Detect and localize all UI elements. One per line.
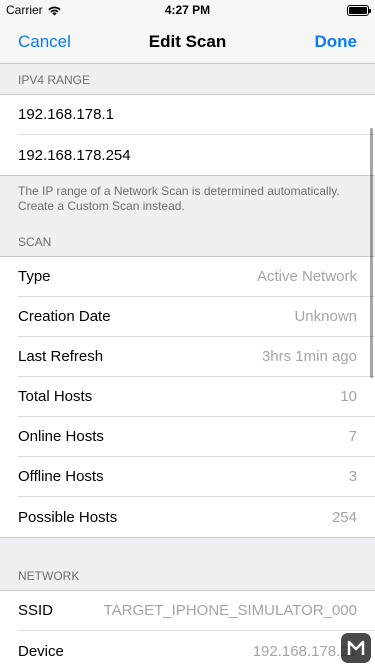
battery-fill <box>349 6 367 14</box>
done-button[interactable]: Done <box>315 32 358 52</box>
ipv4-section-header: IPv4 Range <box>18 73 91 87</box>
scan-row-total-hosts[interactable]: Total Hosts 10 <box>18 377 375 417</box>
scroll-indicator[interactable] <box>370 128 373 378</box>
network-row-device[interactable]: Device 192.168.178.21 <box>18 631 375 667</box>
row-label: SSID <box>18 602 54 619</box>
row-value: Active Network <box>256 268 357 285</box>
ipv4-range-group: 192.168.178.1 192.168.178.254 <box>0 94 375 176</box>
scan-row-type[interactable]: Type Active Network <box>18 257 375 297</box>
network-row-ssid[interactable]: SSID TARGET_IPHONE_SIMULATOR_000 <box>18 591 375 631</box>
row-label: Last Refresh <box>18 348 104 365</box>
start-ip-field[interactable]: 192.168.178.1 <box>18 95 375 135</box>
scan-group: Type Active Network Creation Date Unknow… <box>0 256 375 538</box>
scan-row-possible-hosts[interactable]: Possible Hosts 254 <box>18 497 375 537</box>
row-label: Type <box>18 268 51 285</box>
row-value: 254 <box>331 508 357 526</box>
battery-icon <box>347 4 371 16</box>
status-bar: Carrier 4:27 PM <box>0 0 375 20</box>
ipv4-section-footer: The IP range of a Network Scan is determ… <box>18 184 340 213</box>
row-value: 10 <box>340 388 357 405</box>
row-value: 3hrs 1min ago <box>261 348 357 365</box>
status-time: 4:27 PM <box>164 3 211 17</box>
row-value: TARGET_IPHONE_SIMULATOR_000 <box>103 602 357 619</box>
scan-row-online-hosts[interactable]: Online Hosts 7 <box>18 417 375 457</box>
watermark-logo <box>341 633 371 663</box>
scan-row-offline-hosts[interactable]: Offline Hosts 3 <box>18 457 375 497</box>
end-ip-field[interactable]: 192.168.178.254 <box>18 135 375 175</box>
scan-section-header: Scan <box>18 235 52 249</box>
start-ip-value: 192.168.178.1 <box>18 106 114 123</box>
cancel-button[interactable]: Cancel <box>18 32 71 52</box>
row-label: Offline Hosts <box>18 468 104 485</box>
row-value: 3 <box>348 468 357 485</box>
network-group: SSID TARGET_IPHONE_SIMULATOR_000 Device … <box>0 590 375 667</box>
row-label: Possible Hosts <box>18 508 118 526</box>
row-label: Total Hosts <box>18 388 93 405</box>
scan-row-creation-date[interactable]: Creation Date Unknown <box>18 297 375 337</box>
row-label: Online Hosts <box>18 428 104 445</box>
watermark-icon <box>347 640 365 655</box>
status-right <box>347 4 371 16</box>
navigation-bar: Cancel Edit Scan Done <box>0 20 375 64</box>
scan-row-last-refresh[interactable]: Last Refresh 3hrs 1min ago <box>18 337 375 377</box>
end-ip-value: 192.168.178.254 <box>18 146 131 164</box>
row-value: 7 <box>348 428 357 445</box>
row-label: Creation Date <box>18 308 111 325</box>
network-section-header: Network <box>18 569 80 583</box>
row-value: Unknown <box>294 308 357 325</box>
row-label: Device <box>18 642 64 660</box>
